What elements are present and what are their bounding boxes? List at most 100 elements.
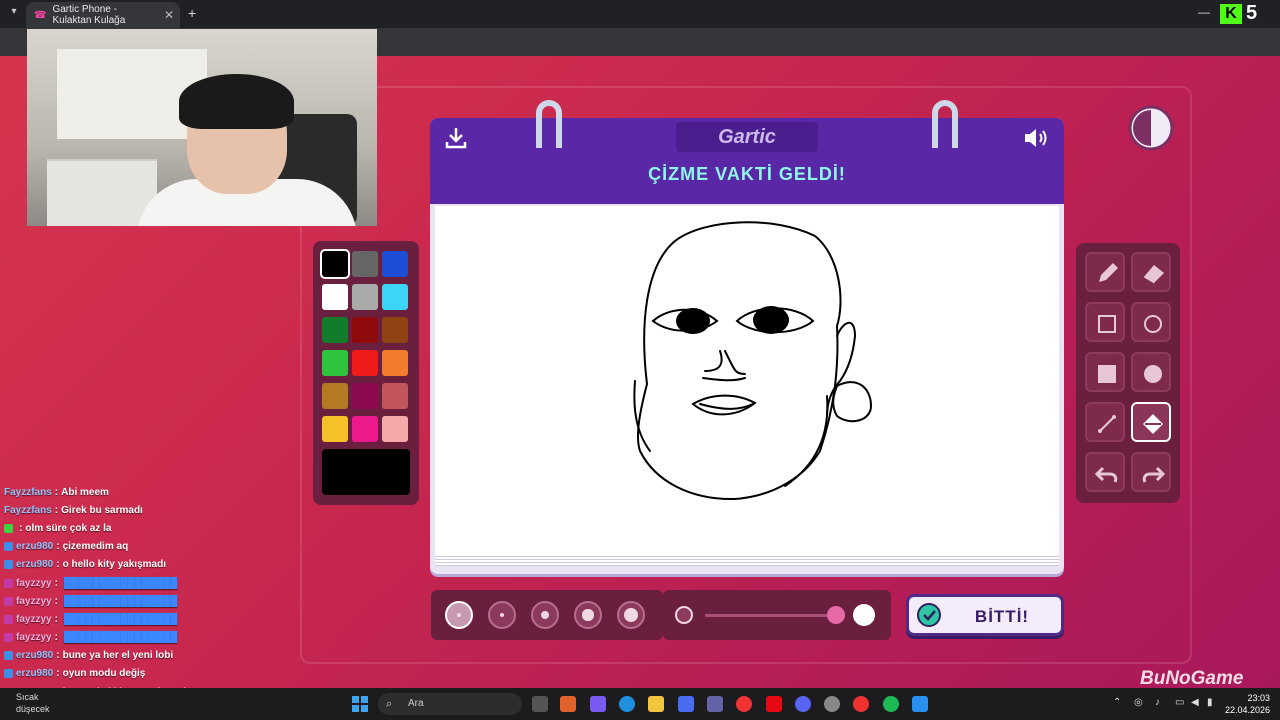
brush-size-option[interactable] (574, 601, 602, 629)
tab-close-icon[interactable]: ✕ (164, 8, 174, 22)
color-swatch[interactable] (352, 350, 378, 376)
app-icon-1[interactable] (560, 696, 576, 712)
color-swatch[interactable] (382, 284, 408, 310)
bucket-fill-icon (1143, 414, 1163, 434)
ellipse-fill-tool-button[interactable] (1131, 352, 1171, 392)
taskbar-clock[interactable]: 23:03 22.04.2026 (1222, 692, 1270, 716)
color-swatch[interactable] (352, 317, 378, 343)
chat-username[interactable]: Fayzzfans (4, 505, 52, 516)
color-swatch[interactable] (382, 317, 408, 343)
app-icon-4[interactable] (912, 696, 928, 712)
color-swatch[interactable] (322, 284, 348, 310)
rectangle-fill-tool-button[interactable] (1085, 352, 1125, 392)
chat-link[interactable]: ████████████████ (64, 596, 177, 607)
drawing-notebook: Gartic ÇİZME VAKTİ GELDİ! (430, 100, 1064, 574)
color-swatch[interactable] (322, 383, 348, 409)
brush-size-option[interactable] (445, 601, 473, 629)
app-icon-3[interactable] (678, 696, 694, 712)
search-icon: ⌕ (386, 698, 393, 710)
bucket-fill-tool-button[interactable] (1131, 402, 1171, 442)
redo-icon (1142, 466, 1166, 483)
ellipse-outline-icon (1144, 315, 1162, 333)
rectangle-outline-tool-button[interactable] (1085, 302, 1125, 342)
browser-tab[interactable]: ☎ Gartic Phone - Kulaktan Kulağa ✕ (26, 2, 180, 28)
chat-username[interactable]: fayzzyy (16, 632, 52, 643)
task-view-icon[interactable] (532, 696, 548, 712)
brush-size-dot (499, 612, 505, 618)
undo-tool-button[interactable] (1085, 452, 1125, 492)
speaker-icon[interactable] (1022, 126, 1052, 150)
chat-separator: : (54, 595, 58, 607)
chat-link[interactable]: ████████████████ (64, 632, 177, 643)
ellipse-outline-tool-button[interactable] (1131, 302, 1171, 342)
chat-username[interactable]: fayzzyy (16, 614, 52, 625)
chat-username[interactable]: erzu980 (16, 668, 53, 679)
brush-size-option[interactable] (617, 601, 645, 629)
brush-size-option[interactable] (488, 601, 516, 629)
chat-link[interactable]: ████████████████ (64, 614, 177, 625)
ellipse-fill-icon (1144, 365, 1162, 383)
color-swatch[interactable] (322, 317, 348, 343)
redo-tool-button[interactable] (1131, 452, 1171, 492)
opacity-slider[interactable] (663, 590, 891, 640)
steam-icon[interactable] (824, 696, 840, 712)
microphone-icon[interactable]: ♪ (1155, 697, 1160, 708)
tab-search-icon[interactable]: ▾ (6, 6, 22, 22)
taskbar-search[interactable]: ⌕ Ara (378, 693, 522, 715)
chat-username[interactable]: erzu980 (16, 650, 53, 661)
tray-app-icon[interactable]: ◎ (1134, 697, 1143, 708)
color-swatch[interactable] (382, 383, 408, 409)
battery-icon[interactable]: ▮ (1207, 697, 1213, 708)
gartic-logo: Gartic (676, 122, 818, 152)
volume-icon[interactable]: ◀ (1191, 697, 1199, 708)
chat-username[interactable]: fayzzyy (16, 578, 52, 589)
network-icon[interactable]: ▭ (1175, 697, 1184, 708)
color-swatch[interactable] (322, 350, 348, 376)
chat-message: Fayzzfans : Abi meem (0, 483, 300, 501)
done-button[interactable]: BİTTİ! (906, 594, 1064, 636)
windows-start-icon[interactable] (352, 696, 368, 712)
timer-icon (1128, 105, 1174, 151)
chrome-icon[interactable] (736, 696, 752, 712)
drawing-canvas[interactable] (435, 206, 1059, 554)
chrome-active-icon[interactable] (853, 696, 869, 712)
color-swatch[interactable] (352, 284, 378, 310)
color-swatch[interactable] (322, 416, 348, 442)
color-swatch[interactable] (382, 350, 408, 376)
color-swatch[interactable] (382, 416, 408, 442)
color-swatch[interactable] (352, 416, 378, 442)
pencil-tool-button[interactable] (1085, 252, 1125, 292)
opacity-handle[interactable] (827, 606, 845, 624)
color-swatch[interactable] (352, 383, 378, 409)
color-swatch[interactable] (382, 251, 408, 277)
edge-icon[interactable] (619, 696, 635, 712)
chat-message: fayzzyy : ████████████████ (0, 592, 300, 610)
tray-chevron-icon[interactable]: ⌃ (1113, 697, 1121, 708)
color-swatch[interactable] (352, 251, 378, 277)
spotify-icon[interactable] (883, 696, 899, 712)
eraser-tool-button[interactable] (1131, 252, 1171, 292)
opacity-max-icon (853, 604, 875, 626)
chat-separator: : (56, 559, 60, 571)
chat-username[interactable]: fayzzyy (16, 596, 52, 607)
brush-size-option[interactable] (531, 601, 559, 629)
netflix-icon[interactable] (766, 696, 782, 712)
page-title: ÇİZME VAKTİ GELDİ! (648, 164, 846, 184)
chat-link[interactable]: ████████████████ (64, 578, 177, 589)
stream-chat: Fayzzfans : Abi meem Fayzzfans : Girek bu… (0, 483, 300, 688)
chat-username[interactable]: Fayzzfans (4, 487, 52, 498)
chat-separator: : (19, 522, 23, 534)
line-tool-button[interactable] (1085, 402, 1125, 442)
chat-username[interactable]: erzu980 (16, 541, 53, 552)
new-tab-button[interactable]: + (188, 5, 196, 21)
download-drawing-icon[interactable] (444, 126, 468, 150)
opacity-track[interactable] (705, 614, 835, 617)
minimize-icon[interactable]: — (1198, 5, 1210, 19)
teams-icon[interactable] (707, 696, 723, 712)
app-icon-2[interactable] (590, 696, 606, 712)
color-swatch[interactable] (320, 249, 350, 279)
chat-username[interactable]: erzu980 (16, 559, 53, 570)
weather-widget[interactable]: Sıcak düşecek (16, 691, 50, 715)
file-explorer-icon[interactable] (648, 696, 664, 712)
discord-icon[interactable] (795, 696, 811, 712)
